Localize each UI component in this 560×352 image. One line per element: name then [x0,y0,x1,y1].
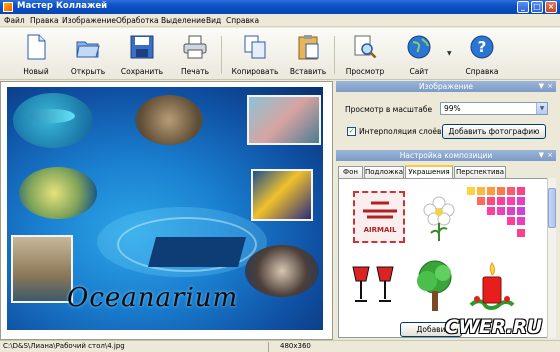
color-squares-clip[interactable] [467,187,529,245]
image-dimensions: 480x360 [280,342,311,350]
airmail-stamp-clip[interactable]: AIRMAIL [353,191,405,243]
coral-photo[interactable] [247,95,321,145]
menu-image[interactable]: Изображение [62,16,116,25]
add-photo-button[interactable]: Добавить фотографию [442,124,546,139]
tab-background[interactable]: Фон [338,166,363,178]
file-path: C:\D&S\Лиана\Рабочий стол\4.jpg [3,342,125,350]
close-button[interactable]: × [545,1,557,13]
menu-bar: Файл Правка Изображение Обработка Выделе… [0,14,560,27]
copy-icon [244,35,266,59]
menu-file[interactable]: Файл [4,16,25,25]
open-button[interactable]: Открыть [63,32,113,78]
title-bar[interactable]: Мастер Коллажей _ □ × [0,0,560,14]
zoom-label: Просмотр в масштабе [345,105,433,114]
fish-shape [29,109,75,123]
status-bar: C:\D&S\Лиана\Рабочий стол\4.jpg 480x360 [0,340,560,352]
help-button[interactable]: ? Справка [457,32,507,78]
scrollbar-thumb[interactable] [548,188,556,228]
minimize-button[interactable]: _ [517,1,529,13]
menu-view[interactable]: Вид [206,16,221,25]
save-button[interactable]: Сохранить [117,32,167,78]
svg-text:?: ? [478,38,487,56]
right-panel: Изображение ▼ × Просмотр в масштабе 99% … [336,81,560,340]
collapse-icon[interactable]: ▼ [539,81,544,92]
close-section-icon[interactable]: × [547,81,553,92]
paste-button[interactable]: Вставить [283,32,333,78]
app-window: Мастер Коллажей _ □ × Файл Правка Изобра… [0,0,560,352]
fish-photo-2[interactable] [19,167,97,219]
new-button[interactable]: Новый [11,32,61,78]
menu-process[interactable]: Обработка [116,16,159,25]
menu-help[interactable]: Справка [226,16,259,25]
flower-clip[interactable] [419,193,459,243]
preview-button[interactable]: Просмотр [340,32,390,78]
tab-decorations[interactable]: Украшения [405,165,453,179]
new-document-icon [27,34,46,60]
walkway-shape [147,237,247,267]
window-title: Мастер Коллажей [17,1,108,11]
collapse-icon[interactable]: ▼ [539,150,544,161]
site-button[interactable]: Сайт [394,32,444,78]
composition-section-header[interactable]: Настройка композиции ▼ × [336,150,556,161]
close-section-icon[interactable]: × [547,150,553,161]
zoom-select[interactable]: 99% ▼ [440,102,548,115]
canvas-area: Oceanarium [0,81,333,340]
collage-canvas[interactable]: Oceanarium [7,87,323,330]
candle-clip[interactable] [467,259,517,315]
image-section-header[interactable]: Изображение ▼ × [336,81,556,92]
airplane-icon [363,201,397,219]
gallery-scrollbar[interactable] [547,178,556,338]
globe-icon [407,35,431,59]
toolbar-separator [221,36,222,74]
app-icon [3,2,13,12]
dropdown-arrow-icon[interactable]: ▼ [536,103,547,114]
tab-perspective[interactable]: Перспектива [454,166,506,178]
interpolation-checkbox[interactable]: ✓ [347,127,356,136]
squares-icon [467,187,525,237]
menu-select[interactable]: Выделение [161,16,206,25]
help-icon: ? [470,35,494,59]
maximize-button[interactable]: □ [531,1,543,13]
diver-photo[interactable] [11,235,73,303]
open-folder-icon [76,41,100,58]
site-dropdown-arrow[interactable]: ▼ [447,50,452,57]
toolbar: Новый Открыть Сохранить Печать Копироват… [0,28,560,80]
printer-icon [183,35,207,59]
tropical-fish-photo[interactable] [251,169,313,221]
crab-photo[interactable] [135,95,203,145]
clipboard-icon [298,35,319,60]
print-button[interactable]: Печать [170,32,220,78]
magnifier-icon [354,35,377,59]
menu-edit[interactable]: Правка [30,16,59,25]
watermark-logo: CWER.RU [445,316,542,338]
interpolation-label: Интерполяция слоёв [359,127,442,136]
tree-clip[interactable] [413,257,457,315]
canvas-caption[interactable]: Oceanarium [67,283,307,313]
decorations-gallery: AIRMAIL [338,178,548,338]
wine-glasses-clip[interactable] [349,263,397,311]
copy-button[interactable]: Копировать [230,32,280,78]
floppy-disk-icon [130,35,154,59]
tab-backing[interactable]: Подложка [364,166,404,178]
status-divider [268,342,269,352]
